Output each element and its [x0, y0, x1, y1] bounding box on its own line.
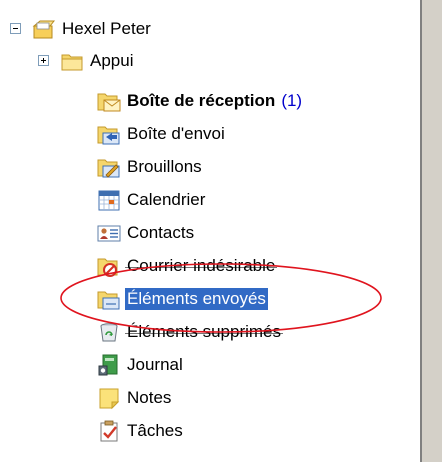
mailbox-icon [32, 20, 56, 39]
tree-item-hexel-peter[interactable]: Hexel Peter [32, 14, 153, 44]
collapse-toggle-root[interactable] [10, 23, 21, 34]
tree-item-brouillons[interactable]: Brouillons [97, 152, 204, 182]
tree-item-label: Brouillons [127, 157, 202, 176]
inbox-icon [97, 93, 121, 112]
calendar-icon [98, 190, 120, 211]
drafts-icon [97, 159, 120, 178]
folder-icon [61, 54, 83, 71]
folder-tree-pane: Hexel Peter Appui Boîte de réception (1)… [0, 0, 420, 462]
tree-item-taches[interactable]: Tâches [97, 416, 185, 446]
highlight-annotation [60, 263, 382, 333]
tree-item-label: Boîte d'envoi [127, 124, 225, 143]
pane-splitter[interactable] [420, 0, 442, 462]
tree-item-calendrier[interactable]: Calendrier [97, 185, 207, 215]
tree-item-notes[interactable]: Notes [97, 383, 173, 413]
tree-item-journal[interactable]: Journal [97, 350, 185, 380]
journal-icon [98, 354, 118, 376]
tree-item-label: Tâches [127, 421, 183, 440]
tree-item-label: Appui [90, 51, 134, 70]
tree-item-contacts[interactable]: Contacts [97, 218, 196, 248]
contacts-icon [97, 225, 121, 242]
tree-item-boite-de-reception[interactable]: Boîte de réception (1) [97, 86, 302, 116]
tree-item-label: Hexel Peter [62, 19, 151, 38]
tree-item-label: Calendrier [127, 190, 206, 209]
tree-item-boite-denvoi[interactable]: Boîte d'envoi [97, 119, 227, 149]
tree-item-label: Contacts [127, 223, 195, 242]
outbox-icon [97, 126, 120, 145]
tree-item-label: Journal [127, 355, 183, 374]
tree-item-appui[interactable]: Appui [60, 46, 135, 76]
notes-icon [99, 388, 120, 410]
tasks-icon [100, 420, 118, 442]
expand-toggle-appui[interactable] [38, 55, 49, 66]
tree-item-label: Notes [127, 388, 172, 407]
unread-count-badge: (1) [281, 91, 303, 110]
tree-item-label: Boîte de réception [127, 91, 276, 110]
